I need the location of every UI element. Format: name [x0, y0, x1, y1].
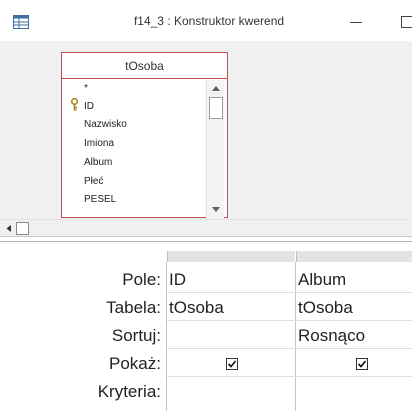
field-list-item-pesel[interactable]: PESEL: [84, 193, 116, 207]
query-design-grid: Pole: Tabela: Sortuj: Pokaż: Kryteria: I…: [0, 242, 412, 411]
field-list-item-all[interactable]: *: [84, 82, 88, 96]
field-list-item-album[interactable]: Album: [84, 156, 112, 170]
row-label-show: Pokaż:: [109, 354, 161, 373]
row-label-field: Pole:: [122, 270, 161, 289]
field-cell[interactable]: Album: [296, 266, 412, 294]
row-label-criteria: Kryteria:: [97, 382, 161, 401]
horizontal-scrollbar-thumb[interactable]: [16, 222, 29, 235]
table-field-list-title[interactable]: tOsoba: [62, 53, 227, 79]
minimize-icon[interactable]: [350, 22, 362, 23]
sort-cell[interactable]: Rosnąco: [296, 322, 412, 350]
field-list: * ID Nazwisko Imiona Album Płeć PESEL: [62, 80, 205, 218]
field-list-item-nazwisko[interactable]: Nazwisko: [84, 118, 127, 132]
column-selector-2[interactable]: [296, 251, 412, 262]
scrollbar-thumb[interactable]: [209, 97, 223, 119]
column-selector-1[interactable]: [167, 251, 295, 262]
maximize-icon[interactable]: [401, 16, 412, 28]
row-label-table: Tabela:: [106, 298, 161, 317]
criteria-cell[interactable]: [167, 378, 295, 406]
field-list-item-plec[interactable]: Płeć: [84, 175, 103, 189]
show-checkbox[interactable]: [356, 358, 368, 370]
show-checkbox[interactable]: [226, 358, 238, 370]
criteria-cell[interactable]: [296, 378, 412, 406]
window-title: f14_3 : Konstruktor kwerend: [133, 14, 285, 28]
field-list-item-id[interactable]: ID: [84, 100, 94, 114]
field-cell[interactable]: ID: [167, 266, 295, 294]
sort-cell[interactable]: [167, 322, 295, 350]
table-field-list-tosoba[interactable]: tOsoba * ID Nazwisko Imiona Album Płeć P…: [61, 52, 228, 218]
window-title-bar: f14_3 : Konstruktor kwerend: [0, 0, 412, 41]
table-cell[interactable]: tOsoba: [167, 294, 295, 322]
grid-divider: [167, 376, 412, 377]
scroll-down-arrow-icon[interactable]: [209, 202, 223, 216]
row-label-sort: Sortuj:: [111, 326, 161, 345]
scroll-up-arrow-icon[interactable]: [209, 82, 223, 96]
field-list-item-imiona[interactable]: Imiona: [84, 137, 114, 151]
field-list-vertical-scrollbar[interactable]: [206, 80, 224, 218]
query-design-pane: tOsoba * ID Nazwisko Imiona Album Płeć P…: [0, 41, 412, 219]
scroll-left-arrow-icon[interactable]: [3, 223, 15, 234]
table-cell[interactable]: tOsoba: [296, 294, 412, 322]
primary-key-icon: [70, 98, 79, 111]
design-pane-horizontal-scrollbar[interactable]: [0, 219, 412, 236]
